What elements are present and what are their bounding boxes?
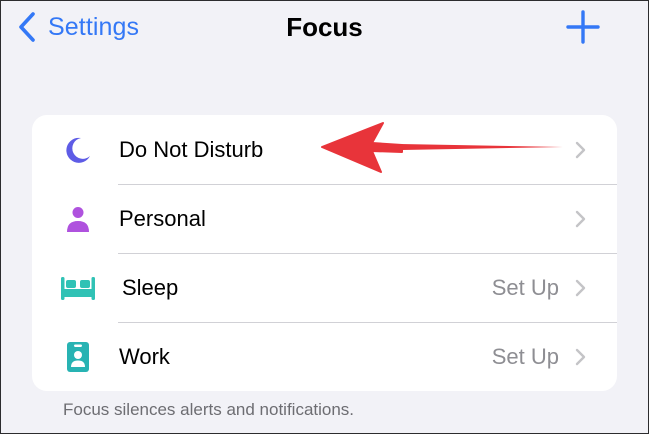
add-focus-button[interactable] xyxy=(565,9,601,45)
chevron-right-icon xyxy=(575,141,586,159)
focus-list: Do Not Disturb Personal Sleep Set Up Wor… xyxy=(32,115,617,391)
focus-item-sleep[interactable]: Sleep Set Up xyxy=(32,253,617,322)
focus-item-detail: Set Up xyxy=(491,275,559,300)
chevron-right-icon xyxy=(575,348,586,366)
chevron-right-icon xyxy=(575,210,586,228)
bed-icon xyxy=(58,270,98,306)
focus-list-footer: Focus silences alerts and notifications. xyxy=(63,400,355,419)
person-icon xyxy=(60,201,96,237)
focus-item-label: Work xyxy=(119,344,170,369)
focus-item-work[interactable]: Work Set Up xyxy=(32,322,617,391)
focus-item-detail: Set Up xyxy=(491,344,559,369)
navigation-bar: Settings Focus xyxy=(0,0,649,54)
focus-item-personal[interactable]: Personal xyxy=(32,184,617,253)
focus-item-do-not-disturb[interactable]: Do Not Disturb xyxy=(32,115,617,184)
id-badge-icon xyxy=(60,339,96,375)
moon-icon xyxy=(60,132,96,168)
plus-icon xyxy=(566,10,600,44)
focus-item-label: Personal xyxy=(119,206,206,231)
focus-item-label: Sleep xyxy=(122,275,179,300)
chevron-right-icon xyxy=(575,279,586,297)
focus-item-label: Do Not Disturb xyxy=(119,137,264,162)
page-title: Focus xyxy=(286,12,363,42)
